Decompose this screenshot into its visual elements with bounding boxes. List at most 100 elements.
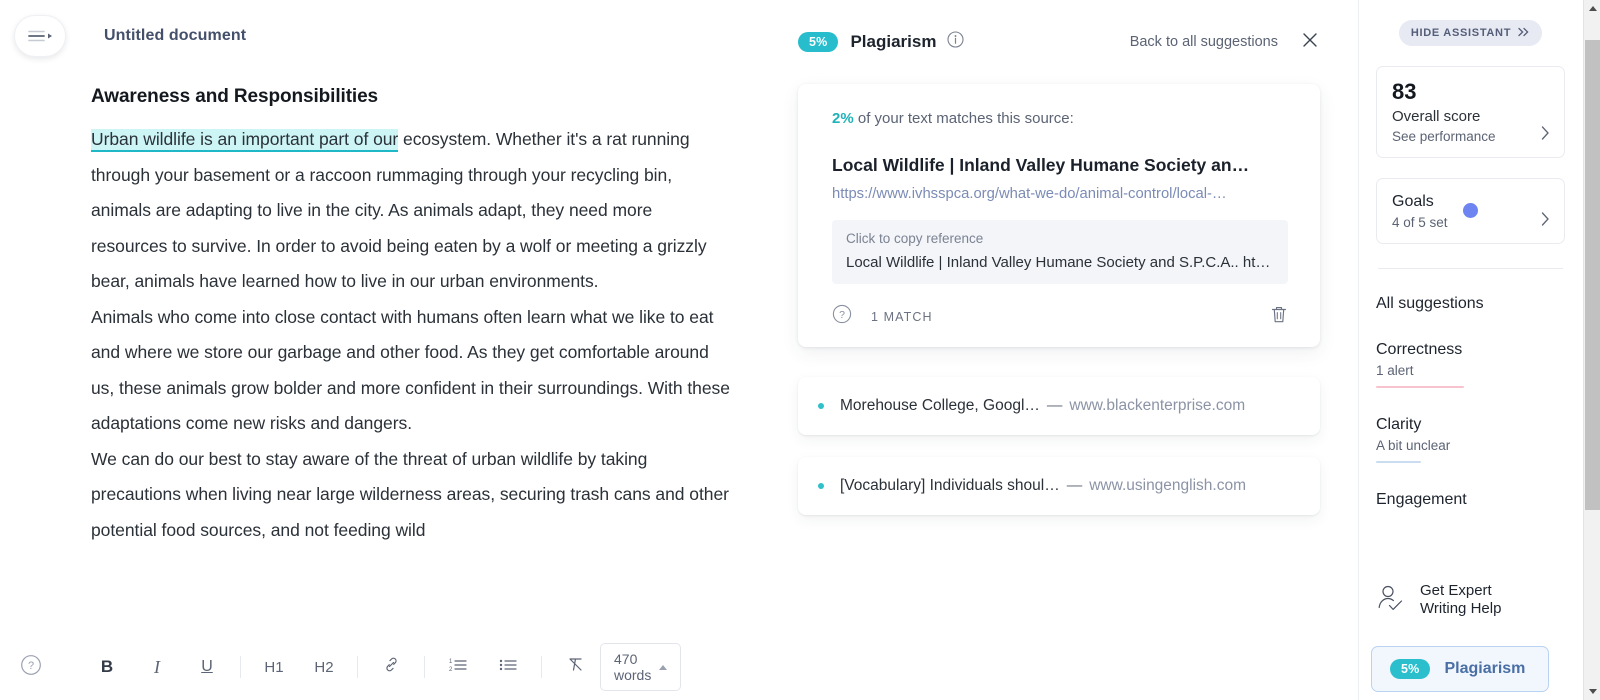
bullet-list-button[interactable] [493,652,523,682]
scroll-up-button[interactable] [1584,0,1600,17]
chevron-right-icon [1541,212,1550,231]
category-engagement[interactable]: Engagement [1376,491,1565,509]
match-count-label: 1 MATCH [871,310,933,324]
source-help-button[interactable]: ? [832,304,852,329]
document-heading: Awareness and Responsibilities [91,86,730,108]
expert-help-line-1: Get Expert [1420,582,1492,599]
svg-text:?: ? [839,309,845,321]
document-paragraph-2: Animals who come into close contact with… [91,300,730,442]
other-source-dash: — [1067,477,1083,495]
source-url-link[interactable]: https://www.ivhsspca.org/what-we-do/anim… [832,186,1288,202]
category-name: Correctness [1376,341,1565,359]
other-source-title: Morehouse College, Googl… [840,397,1040,415]
other-source-dash: — [1047,397,1063,415]
plagiarism-sidebar-badge: 5% [1390,659,1430,679]
overall-score-label: Overall score [1392,108,1549,125]
overall-score-card[interactable]: 83 Overall score See performance [1376,66,1565,158]
svg-text:1: 1 [449,659,453,665]
panel-header-actions: Back to all suggestions [1130,32,1318,53]
category-name: Clarity [1376,416,1565,434]
other-source-url: www.blackenterprise.com [1069,397,1245,415]
source-card-footer: ? 1 MATCH [832,304,1288,329]
other-source-url: www.usingenglish.com [1089,477,1246,495]
expert-help-line-2: Writing Help [1420,600,1501,617]
ordered-list-button[interactable]: 1 2 [443,652,473,682]
hide-assistant-button[interactable]: HIDE ASSISTANT [1399,20,1542,46]
close-panel-button[interactable] [1302,32,1318,53]
question-circle-icon: ? [20,654,42,681]
copy-reference-box[interactable]: Click to copy reference Local Wildlife |… [832,220,1288,284]
plagiarism-panel-title: Plagiarism [850,32,936,52]
clear-formatting-button[interactable] [560,652,590,682]
expert-help-label: Get ExpertWriting Help [1420,582,1501,618]
other-source-item[interactable]: Morehouse College, Googl… — www.blackent… [798,377,1320,435]
copy-reference-label: Click to copy reference [846,231,1274,246]
overall-score-value: 83 [1392,81,1549,103]
see-performance-link[interactable]: See performance [1392,129,1549,144]
match-percent-value: 2% [832,110,854,127]
bullet-dot-icon [818,483,824,489]
word-count-label: 470 words [614,651,651,683]
sidebar-divider [1378,268,1563,269]
reference-text: Local Wildlife | Inland Valley Humane So… [846,254,1274,271]
bullet-list-icon [499,657,517,678]
hide-assistant-label: HIDE ASSISTANT [1411,27,1511,39]
document-title[interactable]: Untitled document [104,27,246,45]
match-percent-text: of your text matches this source: [858,110,1074,127]
double-chevron-right-icon [1517,27,1530,40]
other-source-item[interactable]: [Vocabulary] Individuals shoul… — www.us… [798,457,1320,515]
heading-1-button[interactable]: H1 [259,652,289,682]
underline-button[interactable]: U [192,652,222,682]
document-body[interactable]: Awareness and Responsibilities Urban wil… [0,66,760,632]
plagiarism-highlight[interactable]: Urban wildlife is an important part of o… [91,129,398,152]
category-bar [1376,461,1421,463]
toolbar-divider [240,656,241,678]
plagiarism-panel: 5% Plagiarism Back to all suggestions [760,0,1358,700]
document-paragraph-3: We can do our best to stay aware of the … [91,442,730,549]
goals-card[interactable]: Goals 4 of 5 set [1376,178,1565,244]
chevron-right-icon [1541,126,1550,145]
page-scrollbar[interactable] [1583,0,1600,700]
trash-icon [1270,305,1288,329]
toolbar-divider [541,656,542,678]
svg-text:2: 2 [449,667,453,673]
help-button[interactable]: ? [20,654,42,681]
category-clarity[interactable]: Clarity A bit unclear [1376,416,1565,463]
toolbar-divider [424,656,425,678]
primary-source-card[interactable]: 2% of your text matches this source: Loc… [798,84,1320,347]
svg-text:?: ? [28,660,34,672]
italic-button[interactable]: I [142,652,172,682]
plagiarism-info-button[interactable] [947,31,964,53]
plagiarism-sidebar-label: Plagiarism [1444,660,1525,678]
editor-toolbar: ? B I U H1 H2 [0,634,760,700]
category-sub: 1 alert [1376,363,1565,378]
info-circle-icon [947,31,964,53]
source-title[interactable]: Local Wildlife | Inland Valley Humane So… [832,153,1288,177]
scroll-up-arrow-icon [1589,6,1597,11]
all-suggestions-label[interactable]: All suggestions [1376,295,1565,313]
delete-source-button[interactable] [1270,305,1288,329]
document-header: Untitled document [0,0,760,58]
caret-up-icon [659,665,667,670]
person-check-icon [1376,583,1407,618]
plagiarism-sidebar-button[interactable]: 5% Plagiarism [1371,646,1549,692]
category-correctness[interactable]: Correctness 1 alert [1376,341,1565,388]
get-expert-writing-help-button[interactable]: Get ExpertWriting Help [1376,582,1566,618]
heading-2-button[interactable]: H2 [309,652,339,682]
document-column: Untitled document Awareness and Responsi… [0,0,760,700]
back-to-all-suggestions-link[interactable]: Back to all suggestions [1130,34,1278,50]
scroll-down-button[interactable] [1584,683,1600,700]
assistant-sidebar: HIDE ASSISTANT 83 Overall score See perf… [1358,0,1582,700]
hamburger-menu-button[interactable] [14,15,66,57]
scroll-down-arrow-icon [1589,689,1597,694]
word-count-button[interactable]: 470 words [600,643,681,691]
other-source-title: [Vocabulary] Individuals shoul… [840,477,1060,495]
category-name: Engagement [1376,491,1565,509]
bold-button[interactable]: B [92,652,122,682]
link-button[interactable] [376,652,406,682]
question-circle-icon: ? [832,304,852,329]
close-icon [1302,32,1318,53]
plagiarism-panel-header: 5% Plagiarism Back to all suggestions [760,0,1358,84]
paragraph-1-rest: ecosystem. Whether it's a rat running th… [91,129,707,291]
scrollbar-thumb[interactable] [1585,40,1600,510]
